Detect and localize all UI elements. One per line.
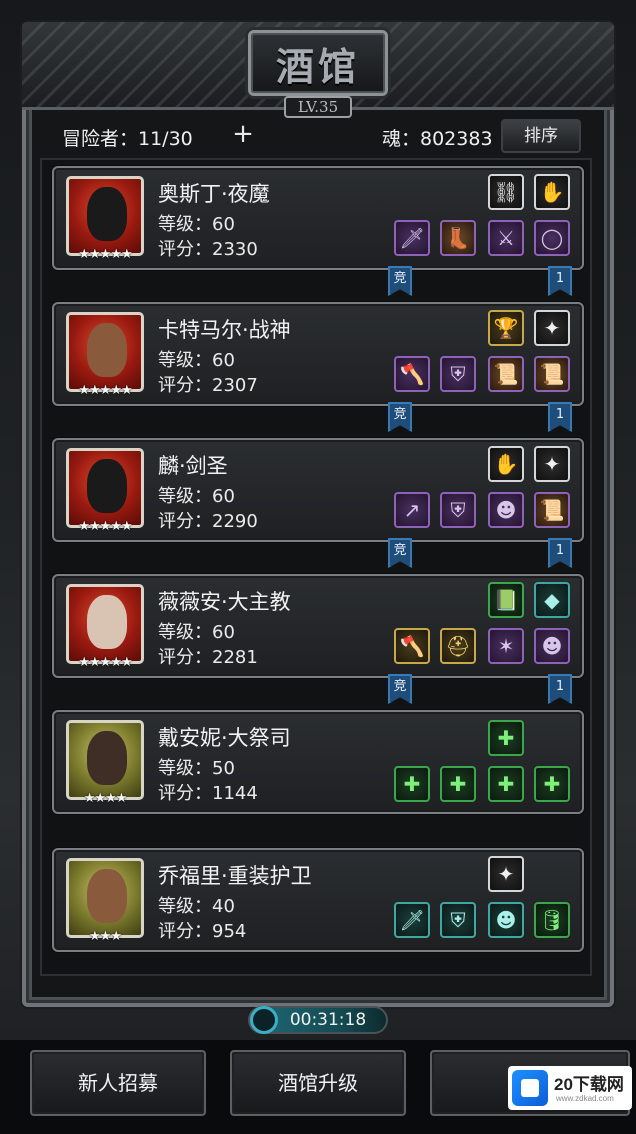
tavern-level-badge: LV.35	[284, 96, 352, 118]
hero-score: 评分：2290	[158, 511, 258, 532]
title-plate: 酒馆	[248, 30, 388, 96]
mask-icon[interactable]: ☻	[488, 902, 524, 938]
hero-card-2[interactable]: ★★★★★ 卡特马尔·战神 等级：60 评分：2307 🏆 ✦ 🪓 ⛨ 📜 📜	[52, 302, 584, 406]
archbishop-icon	[87, 595, 127, 649]
hero-card-1[interactable]: ★★★★★ 奥斯丁·夜魔 等级：60 评分：2330 ⛓ ✋ 🗡 👢 ⚔ ◯	[52, 166, 584, 270]
hero-level: 等级：50	[158, 758, 235, 779]
scroll-icon[interactable]: 📜	[534, 492, 570, 528]
ring-icon[interactable]: ◯	[534, 220, 570, 256]
hero-score: 评分：2330	[158, 239, 258, 260]
watermark: 20下载网 www.zdkad.com	[508, 1066, 632, 1110]
hero-stars: ★★★★★	[78, 655, 132, 670]
watermark-brand: 20下载网	[554, 1075, 624, 1094]
hero-card-3[interactable]: ★★★★★ 麟·剑圣 等级：60 评分：2290 ✋ ✦ ↗ ⛨ ☻ 📜	[52, 438, 584, 542]
hero-stars: ★★★★★	[78, 383, 132, 398]
bracer-icon[interactable]: ⛓	[488, 174, 524, 210]
watermark-logo-icon	[512, 1070, 548, 1106]
clock-icon	[250, 1006, 278, 1034]
armor-icon[interactable]: ⛨	[440, 902, 476, 938]
barrel-icon[interactable]: 🛢	[534, 902, 570, 938]
dagger-icon[interactable]: 🗡	[394, 220, 430, 256]
trophy-icon[interactable]: 🏆	[488, 310, 524, 346]
add-slot-icon[interactable]: ✚	[440, 766, 476, 802]
hero-portrait[interactable]	[66, 584, 144, 664]
masked-swordsman-icon	[87, 459, 127, 513]
hero-card-5[interactable]: ★★★★ 戴安妮·大祭司 等级：50 评分：1144 ✚ ✚ ✚ ✚ ✚	[52, 710, 584, 814]
boots-icon[interactable]: 👢	[440, 220, 476, 256]
add-slot-icon[interactable]: ✚	[488, 720, 524, 756]
hero-portrait[interactable]	[66, 720, 144, 800]
claw-mark-icon[interactable]: ✦	[534, 446, 570, 482]
gauntlet-icon[interactable]: ✋	[488, 446, 524, 482]
spear-icon[interactable]: ↗	[394, 492, 430, 528]
hero-stars: ★★★★	[83, 791, 128, 806]
tavern-upgrade-button[interactable]: 酒馆升级	[230, 1050, 406, 1116]
blade-icon[interactable]: 🗡	[394, 902, 430, 938]
claw-mark-icon[interactable]: ✦	[534, 310, 570, 346]
hero-stars: ★★★★★	[78, 247, 132, 262]
hero-card-6[interactable]: ★★★ 乔福里·重装护卫 等级：40 评分：954 ✦ 🗡 ⛨ ☻ 🛢	[52, 848, 584, 952]
hero-score: 评分：1144	[158, 783, 258, 804]
claw-mark-icon[interactable]: ✦	[488, 856, 524, 892]
star-icon[interactable]: ✶	[488, 628, 524, 664]
armor-icon[interactable]: ⛨	[440, 356, 476, 392]
hero-level: 等级：60	[158, 486, 235, 507]
hero-score: 评分：954	[158, 921, 247, 942]
hero-level: 等级：40	[158, 896, 235, 917]
page-title: 酒馆	[275, 43, 360, 89]
hero-card-4[interactable]: ★★★★★ 薇薇安·大主教 等级：60 评分：2281 📗 ◆ 🪓 ⛑ ✶ ☻	[52, 574, 584, 678]
watermark-url: www.zdkad.com	[556, 1094, 614, 1103]
hero-stars: ★★★★★	[78, 519, 132, 534]
hero-name: 戴安妮·大祭司	[158, 726, 291, 750]
hero-score: 评分：2281	[158, 647, 258, 668]
axe-icon[interactable]: 🪓	[394, 356, 430, 392]
add-slot-icon[interactable]: ✚	[534, 766, 570, 802]
gauntlet-icon[interactable]: ✋	[534, 174, 570, 210]
add-slot-icon[interactable]: ✚	[394, 766, 430, 802]
hero-name: 奥斯丁·夜魔	[158, 182, 270, 206]
sort-button[interactable]: 排序	[501, 119, 581, 153]
hero-portrait[interactable]	[66, 176, 144, 256]
adventurer-count: 冒险者：11/30	[62, 128, 193, 150]
hero-name: 麟·剑圣	[158, 454, 228, 478]
hero-name: 薇薇安·大主教	[158, 590, 291, 614]
priestess-icon	[87, 731, 127, 785]
add-adventurer-button[interactable]: +	[229, 121, 257, 149]
armored-guard-icon	[87, 869, 127, 923]
hero-portrait[interactable]	[66, 858, 144, 938]
helmet-icon[interactable]: ⛑	[440, 628, 476, 664]
warrior-face-icon	[87, 323, 127, 377]
add-slot-icon[interactable]: ✚	[488, 766, 524, 802]
hero-level: 等级：60	[158, 622, 235, 643]
hero-name: 乔福里·重装护卫	[158, 864, 312, 888]
helmet-icon	[87, 187, 127, 241]
hero-level: 等级：60	[158, 214, 235, 235]
plus-icon: +	[232, 119, 254, 149]
scroll-icon[interactable]: 📜	[488, 356, 524, 392]
recruit-button[interactable]: 新人招募	[30, 1050, 206, 1116]
armor-icon[interactable]: ⛨	[440, 492, 476, 528]
tome-icon[interactable]: 📗	[488, 582, 524, 618]
hero-stars: ★★★	[89, 929, 122, 944]
mask-icon[interactable]: ☻	[534, 628, 570, 664]
hero-portrait[interactable]	[66, 448, 144, 528]
axe-icon[interactable]: 🪓	[394, 628, 430, 664]
hero-score: 评分：2307	[158, 375, 258, 396]
scroll-icon[interactable]: 📜	[534, 356, 570, 392]
claw-icon[interactable]: ⚔	[488, 220, 524, 256]
crystal-icon[interactable]: ◆	[534, 582, 570, 618]
hero-portrait[interactable]	[66, 312, 144, 392]
soul-count: 魂：802383	[382, 128, 493, 150]
hero-level: 等级：60	[158, 350, 235, 371]
hero-name: 卡特马尔·战神	[158, 318, 291, 342]
mask-icon[interactable]: ☻	[488, 492, 524, 528]
